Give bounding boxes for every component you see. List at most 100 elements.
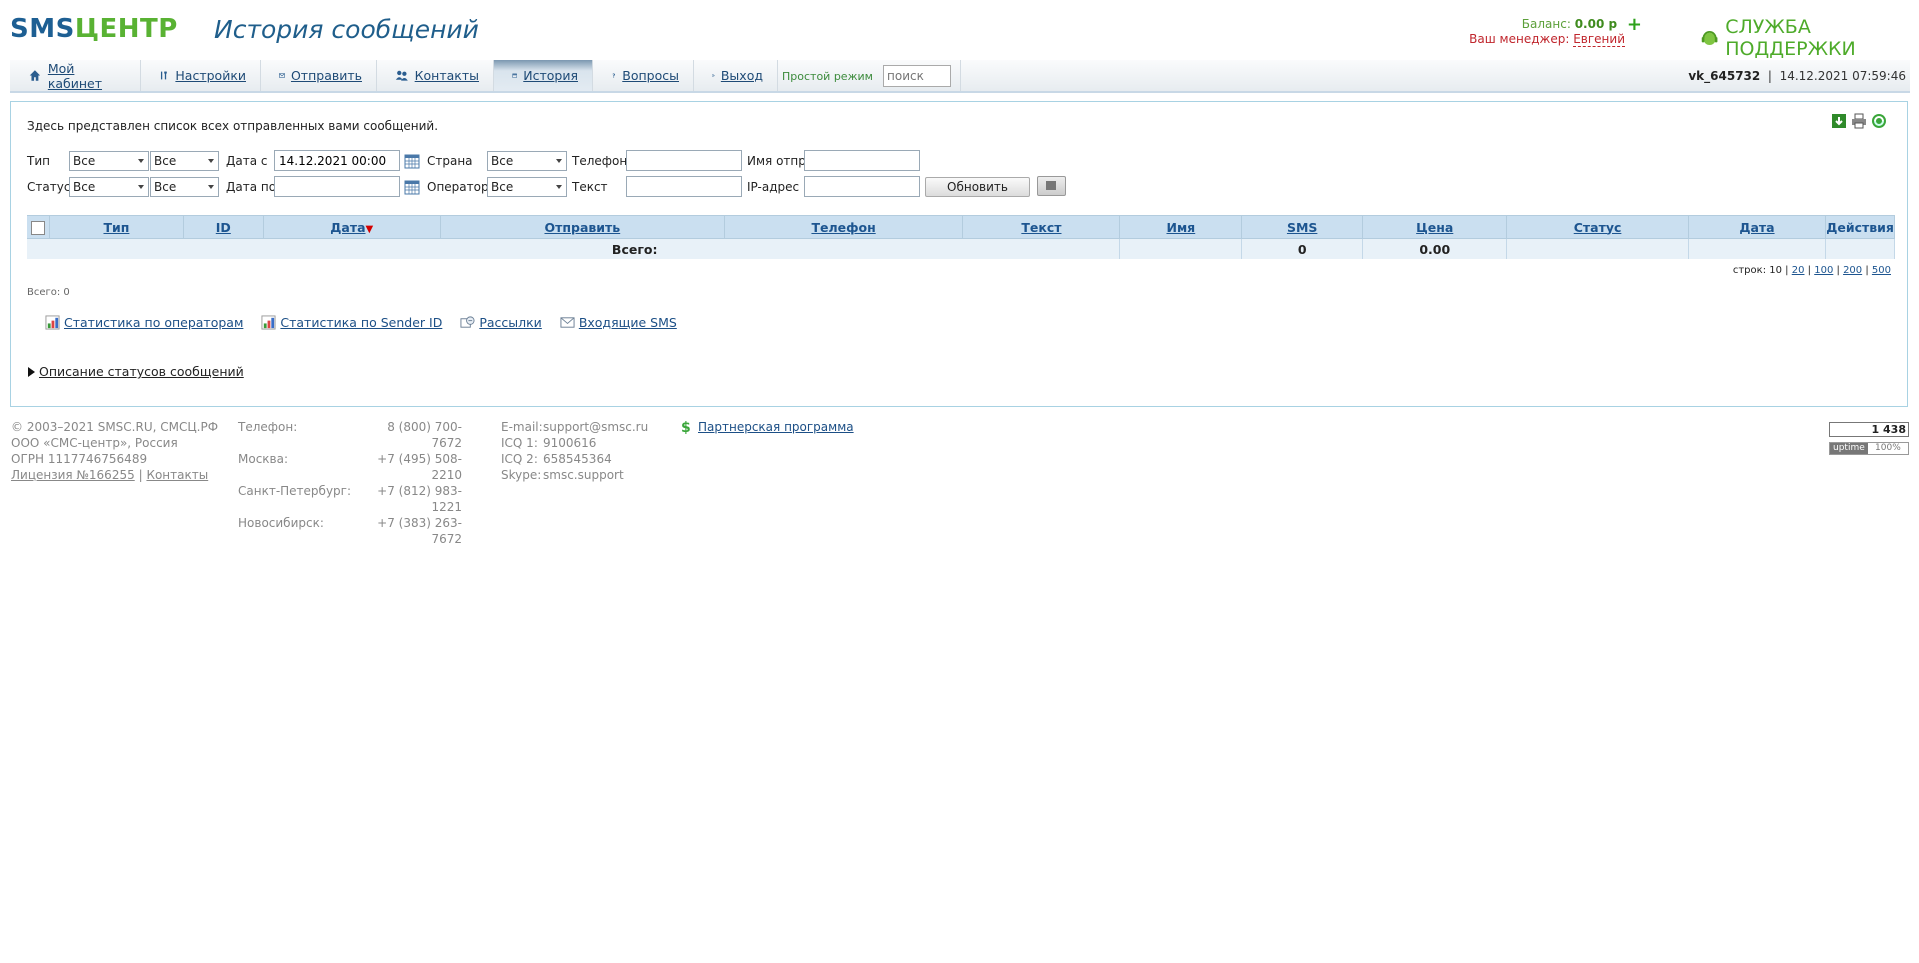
phone-number: +7 (495) 508-2210 [377, 452, 462, 482]
rows-option-200[interactable]: 200 [1843, 265, 1862, 276]
menu-item-exit[interactable]: Выход [694, 60, 778, 91]
license-link[interactable]: Лицензия №166255 [11, 468, 135, 482]
phone-input[interactable] [626, 150, 742, 171]
visit-counter[interactable]: 1 438 [1829, 422, 1909, 437]
menu-item-history[interactable]: История [494, 60, 593, 91]
type-label: Тип [27, 154, 50, 168]
menu-divider [960, 60, 961, 91]
rows-per-page: строк: 10 | 20 | 100 | 200 | 500 [1733, 265, 1891, 276]
rows-option-100[interactable]: 100 [1814, 265, 1833, 276]
status-label: Статус [27, 180, 71, 194]
col-phone[interactable]: Телефон [724, 215, 964, 239]
link-operator-stats[interactable]: Статистика по операторам [45, 315, 243, 330]
footer-contacts: E-mail: support@smsc.ru ICQ 1: 9100616 ICQ… [501, 419, 661, 483]
type-select-2[interactable]: Все [150, 151, 219, 171]
phone-number: +7 (383) 263-7672 [377, 516, 462, 546]
contact-key: ICQ 2: [501, 452, 538, 466]
type-select-1[interactable]: Все [69, 151, 149, 171]
col-sms[interactable]: SMS [1241, 215, 1364, 239]
menu-item-send[interactable]: Отправить [261, 60, 377, 91]
menu-item-settings[interactable]: Настройки [141, 60, 261, 91]
total-cell-empty [1506, 238, 1689, 259]
logo-sms: SMS [10, 14, 75, 44]
calendar-icon[interactable] [404, 153, 420, 169]
partner-program-link[interactable]: $ Партнерская программа [680, 419, 854, 435]
logo[interactable]: SMSЦЕНТР [10, 14, 178, 44]
menu-item-contacts[interactable]: Контакты [377, 60, 494, 91]
select-all-checkbox[interactable] [30, 220, 45, 235]
table-header-row: Тип ID Дата▼ Отправить Телефон Текст Имя… [27, 215, 1895, 239]
contact-row: ICQ 2: 658545364 [501, 451, 661, 467]
col-send[interactable]: Отправить [440, 215, 725, 239]
refresh-icon[interactable] [1871, 113, 1887, 129]
simple-mode-link[interactable]: Простой режим [782, 70, 873, 83]
export-button[interactable] [1037, 176, 1066, 196]
link-sender-stats[interactable]: Статистика по Sender ID [261, 315, 442, 330]
date-to-label: Дата по [226, 180, 277, 194]
status-description-toggle[interactable]: Описание статусов сообщений [28, 364, 244, 379]
add-balance-button[interactable]: + [1627, 14, 1642, 35]
uptime-label: uptime [1830, 443, 1868, 454]
sender-input[interactable] [804, 150, 920, 171]
phone-number: +7 (812) 983-1221 [377, 484, 462, 514]
total-cell-empty [1688, 238, 1827, 259]
rows-option-10: 10 [1769, 265, 1782, 276]
home-icon [29, 70, 41, 81]
current-datetime: 14.12.2021 07:59:46 [1779, 69, 1906, 83]
print-icon[interactable] [1851, 113, 1867, 129]
operator-select[interactable]: Все [487, 177, 567, 197]
col-text[interactable]: Текст [962, 215, 1121, 239]
link-incoming-sms[interactable]: Входящие SMS [560, 315, 677, 330]
col-date-label: Дата [330, 219, 366, 235]
col-date2[interactable]: Дата [1688, 215, 1827, 239]
excel-export-icon[interactable] [1831, 113, 1847, 129]
menu-item-questions[interactable]: ? Вопросы [593, 60, 694, 91]
col-actions: Действия [1825, 215, 1895, 239]
col-name[interactable]: Имя [1119, 215, 1243, 239]
rows-option-500[interactable]: 500 [1872, 265, 1891, 276]
calendar-icon[interactable] [404, 179, 420, 195]
triangle-right-icon [28, 366, 35, 377]
contact-value: support@smsc.ru [543, 420, 649, 434]
manager-link[interactable]: Евгений [1573, 32, 1625, 47]
total-label-spacer [1119, 238, 1243, 259]
status-select-1[interactable]: Все [69, 177, 149, 197]
country-select[interactable]: Все [487, 151, 567, 171]
text-input[interactable] [626, 176, 742, 197]
country-label: Страна [427, 154, 473, 168]
status-select-2[interactable]: Все [150, 177, 219, 197]
operator-label: Оператор [427, 180, 489, 194]
rows-option-20[interactable]: 20 [1792, 265, 1805, 276]
contacts-link[interactable]: Контакты [146, 468, 208, 482]
support-label: СЛУЖБА ПОДДЕРЖКИ [1725, 16, 1856, 60]
link-broadcasts[interactable]: Рассылки [460, 315, 542, 330]
uptime-badge[interactable]: uptime 100% [1829, 442, 1909, 455]
contact-value: 658545364 [543, 452, 612, 466]
rows-sep: | [1865, 265, 1869, 276]
date-to-input[interactable] [274, 176, 400, 197]
support-link[interactable]: СЛУЖБА ПОДДЕРЖКИ [1700, 16, 1919, 60]
col-price[interactable]: Цена [1362, 215, 1508, 239]
col-date[interactable]: Дата▼ [263, 215, 441, 239]
status-description-label: Описание статусов сообщений [39, 364, 244, 379]
date-from-input[interactable] [274, 150, 400, 171]
manager-label: Ваш менеджер: [1469, 32, 1570, 46]
headset-icon [1701, 31, 1718, 45]
phone-city: Санкт-Петербург: [238, 484, 352, 498]
refresh-button[interactable]: Обновить [925, 177, 1030, 197]
contact-row: E-mail: support@smsc.ru [501, 419, 661, 435]
username: vk_645732 [1688, 69, 1761, 83]
page-title: История сообщений [214, 15, 479, 44]
col-status[interactable]: Статус [1506, 215, 1689, 239]
menu-item-cabinet[interactable]: Мой кабинет [10, 60, 141, 91]
ip-input[interactable] [804, 176, 920, 197]
contact-key: ICQ 1: [501, 436, 538, 450]
total-count: Всего: 0 [27, 287, 70, 298]
col-id[interactable]: ID [183, 215, 264, 239]
col-type[interactable]: Тип [49, 215, 185, 239]
phone-row: Новосибирск: +7 (383) 263-7672 [238, 515, 463, 547]
search-input[interactable] [883, 65, 951, 87]
exit-icon [712, 74, 715, 77]
license-sep: | [138, 468, 143, 482]
link-label: Статистика по Sender ID [280, 315, 443, 330]
